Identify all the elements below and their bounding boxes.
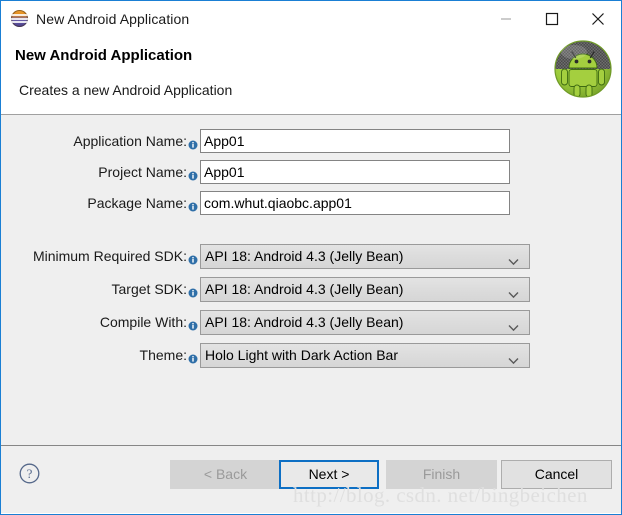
field-row-package-name: Package Name:	[1, 190, 621, 216]
title-bar: New Android Application	[1, 1, 621, 36]
compile-with-value: API 18: Android 4.3 (Jelly Bean)	[205, 314, 404, 330]
page-title: New Android Application	[15, 47, 193, 64]
info-icon[interactable]	[188, 168, 198, 181]
field-row-project-name: Project Name:	[1, 159, 621, 185]
minimize-icon[interactable]	[483, 1, 529, 36]
field-row-theme: Theme: Holo Light with Dark Action Bar	[1, 342, 621, 368]
field-row-minimum-required-sdk: Minimum Required SDK: API 18: Android 4.…	[1, 243, 621, 269]
label-minimum-required-sdk: Minimum Required SDK:	[32, 248, 187, 264]
label-target-sdk: Target SDK:	[111, 281, 187, 297]
dialog-footer: ? < Back Next > Finish Cancel	[1, 445, 621, 513]
package-name-input[interactable]	[200, 191, 510, 215]
label-project-name: Project Name:	[98, 164, 187, 180]
theme-select[interactable]: Holo Light with Dark Action Bar	[200, 342, 530, 368]
info-icon[interactable]	[188, 199, 198, 212]
close-icon[interactable]	[575, 1, 621, 36]
finish-button[interactable]: Finish	[386, 460, 497, 489]
dialog-header: New Android Application Creates a new An…	[1, 36, 621, 115]
eclipse-icon	[11, 10, 28, 27]
field-row-application-name: Application Name:	[1, 128, 621, 154]
project-name-input[interactable]	[200, 160, 510, 184]
chevron-down-icon	[508, 352, 519, 365]
field-row-target-sdk: Target SDK: API 18: Android 4.3 (Jelly B…	[1, 276, 621, 302]
info-icon[interactable]	[188, 137, 198, 150]
info-icon[interactable]	[188, 351, 198, 364]
info-icon[interactable]	[188, 285, 198, 298]
theme-value: Holo Light with Dark Action Bar	[205, 347, 398, 363]
application-name-input[interactable]	[200, 129, 510, 153]
minimum-required-sdk-value: API 18: Android 4.3 (Jelly Bean)	[205, 248, 404, 264]
label-package-name: Package Name:	[87, 195, 187, 211]
chevron-down-icon	[508, 253, 519, 266]
info-icon[interactable]	[188, 318, 198, 331]
label-compile-with: Compile With:	[99, 314, 187, 330]
page-subtitle: Creates a new Android Application	[19, 82, 233, 98]
svg-text:?: ?	[27, 466, 33, 481]
android-robot-icon	[552, 38, 614, 100]
form-panel: Application Name: Project Name: Package …	[1, 115, 621, 445]
label-application-name: Application Name:	[73, 133, 187, 149]
compile-with-select[interactable]: API 18: Android 4.3 (Jelly Bean)	[200, 309, 530, 335]
chevron-down-icon	[508, 319, 519, 332]
maximize-icon[interactable]	[529, 1, 575, 36]
new-android-application-dialog: New Android Application New Android Appl…	[0, 0, 622, 515]
info-icon[interactable]	[188, 252, 198, 265]
minimum-required-sdk-select[interactable]: API 18: Android 4.3 (Jelly Bean)	[200, 243, 530, 269]
chevron-down-icon	[508, 286, 519, 299]
field-row-compile-with: Compile With: API 18: Android 4.3 (Jelly…	[1, 309, 621, 335]
back-button[interactable]: < Back	[170, 460, 281, 489]
next-button[interactable]: Next >	[279, 460, 379, 489]
cancel-button[interactable]: Cancel	[501, 460, 612, 489]
target-sdk-select[interactable]: API 18: Android 4.3 (Jelly Bean)	[200, 276, 530, 302]
window-controls	[483, 1, 621, 36]
target-sdk-value: API 18: Android 4.3 (Jelly Bean)	[205, 281, 404, 297]
label-theme: Theme:	[139, 347, 187, 363]
window-title: New Android Application	[36, 10, 190, 27]
help-icon[interactable]: ?	[19, 463, 40, 484]
